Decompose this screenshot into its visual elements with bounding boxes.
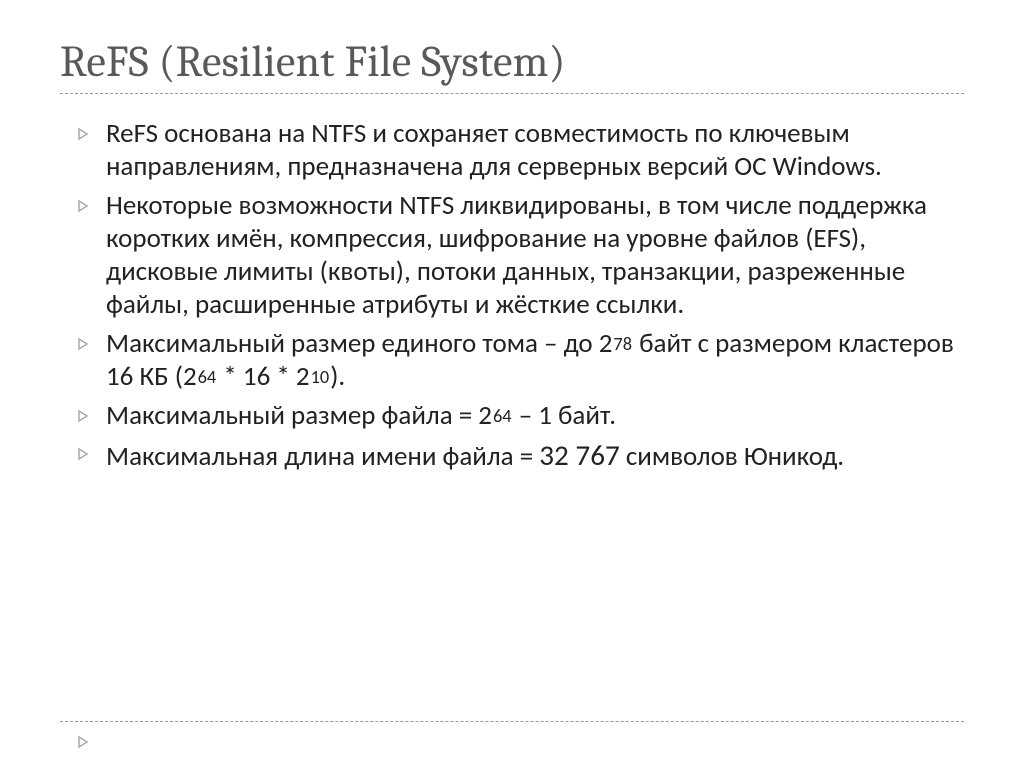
content-area: ReFS основана на NTFS и сохраняет совмес… — [60, 118, 964, 474]
slide: ReFS (Resilient File System) ReFS основа… — [0, 0, 1024, 768]
text-run: – 1 байт. — [513, 399, 617, 432]
text-run-large: 32 767 — [539, 437, 619, 473]
bullet-icon — [78, 338, 106, 350]
text-run: Максимальный размер единого тома – до 2 — [106, 327, 612, 360]
superscript: 64 — [492, 405, 513, 427]
bullet-icon — [78, 128, 106, 140]
list-item: Некоторые возможности NTFS ликвидированы… — [78, 190, 964, 322]
text-run: Максимальный размер файла = 2 — [106, 399, 492, 432]
text-run: ReFS основана на NTFS и сохраняет совмес… — [106, 117, 882, 183]
text-run: * 16 * 2 — [217, 360, 309, 393]
bullet-icon — [78, 200, 106, 212]
list-item-text: Некоторые возможности NTFS ликвидированы… — [106, 190, 964, 322]
bullet-icon — [78, 410, 106, 422]
text-run: символов Юникод. — [620, 440, 844, 473]
text-run: Некоторые возможности NTFS ликвидированы… — [106, 189, 927, 321]
bullet-icon — [78, 448, 106, 460]
page-title: ReFS (Resilient File System) — [60, 36, 964, 94]
list-item: Максимальный размер файла = 264 – 1 байт… — [78, 400, 964, 433]
list-item-text: Максимальная длина имени файла = 32 767 … — [106, 438, 844, 474]
list-item: ReFS основана на NTFS и сохраняет совмес… — [78, 118, 964, 184]
list-item-text: Максимальный размер единого тома – до 27… — [106, 328, 964, 394]
list-item: Максимальный размер единого тома – до 27… — [78, 328, 964, 394]
superscript: 10 — [310, 366, 331, 388]
superscript: 64 — [197, 366, 218, 388]
list-item: Максимальная длина имени файла = 32 767 … — [78, 438, 964, 474]
list-item-text: ReFS основана на NTFS и сохраняет совмес… — [106, 118, 964, 184]
superscript: 78 — [612, 333, 633, 355]
footer-bullet-icon — [78, 736, 90, 748]
text-run: Максимальная длина имени файла = — [106, 440, 539, 473]
divider — [60, 721, 964, 722]
text-run: ). — [330, 360, 345, 393]
list-item-text: Максимальный размер файла = 264 – 1 байт… — [106, 400, 616, 433]
